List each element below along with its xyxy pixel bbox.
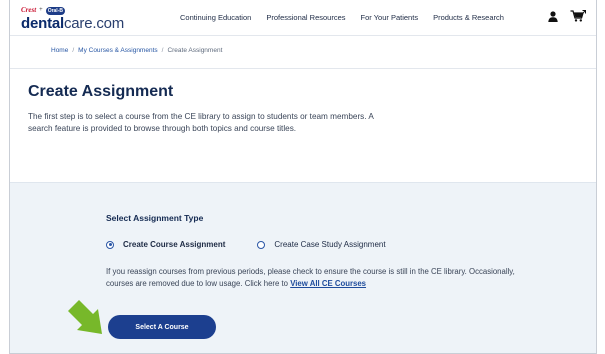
case-study-assignment-radio[interactable]	[257, 240, 266, 249]
nav-products-research[interactable]: Products & Research	[433, 13, 504, 22]
arrow-pointer-icon	[64, 296, 108, 343]
crest-brand: Crest	[21, 6, 37, 14]
assignment-type-title: Select Assignment Type	[106, 213, 204, 223]
logo-bold: dental	[21, 15, 64, 32]
logo-light: care.com	[63, 15, 125, 32]
reassign-note: If you reassign courses from previous pe…	[106, 266, 526, 290]
breadcrumb-my-courses[interactable]: My Courses & Assignments	[78, 47, 157, 54]
page-title: Create Assignment	[28, 83, 174, 100]
site-header: Crest + Oral-B dentalcare.com Continuing…	[10, 0, 596, 36]
view-all-ce-courses-link[interactable]: View All CE Courses	[290, 279, 366, 288]
nav-professional-resources[interactable]: Professional Resources	[266, 13, 345, 22]
oralb-brand: Oral-B	[45, 6, 65, 15]
case-study-assignment-label[interactable]: Create Case Study Assignment	[274, 240, 385, 249]
brand-row: Crest + Oral-B	[21, 6, 124, 15]
course-assignment-label[interactable]: Create Course Assignment	[123, 240, 225, 249]
select-a-course-button[interactable]: Select A Course	[108, 315, 216, 339]
logo-wordmark: dentalcare.com	[21, 15, 124, 32]
assignment-type-options: Create Course Assignment Create Case Stu…	[106, 240, 418, 249]
nav-continuing-education[interactable]: Continuing Education	[180, 13, 251, 22]
course-assignment-radio[interactable]	[106, 240, 114, 249]
brand-plus: +	[39, 7, 43, 13]
breadcrumb: Home / My Courses & Assignments / Create…	[51, 47, 222, 54]
breadcrumb-separator: /	[161, 47, 164, 54]
header-icons	[548, 10, 586, 22]
breadcrumb-divider	[10, 68, 596, 69]
user-icon[interactable]	[548, 10, 558, 22]
breadcrumb-home[interactable]: Home	[51, 47, 68, 54]
main-nav: Continuing Education Professional Resour…	[180, 13, 504, 22]
assignment-type-panel: Select Assignment Type Create Course Ass…	[10, 182, 596, 353]
breadcrumb-separator: /	[72, 47, 75, 54]
page-intro: The first step is to select a course fro…	[28, 112, 374, 133]
cart-icon[interactable]	[570, 10, 586, 22]
breadcrumb-current: Create Assignment	[167, 47, 223, 54]
nav-for-your-patients[interactable]: For Your Patients	[361, 13, 419, 22]
browser-page: Crest + Oral-B dentalcare.com Continuing…	[9, 0, 597, 354]
site-logo[interactable]: Crest + Oral-B dentalcare.com	[21, 6, 124, 32]
